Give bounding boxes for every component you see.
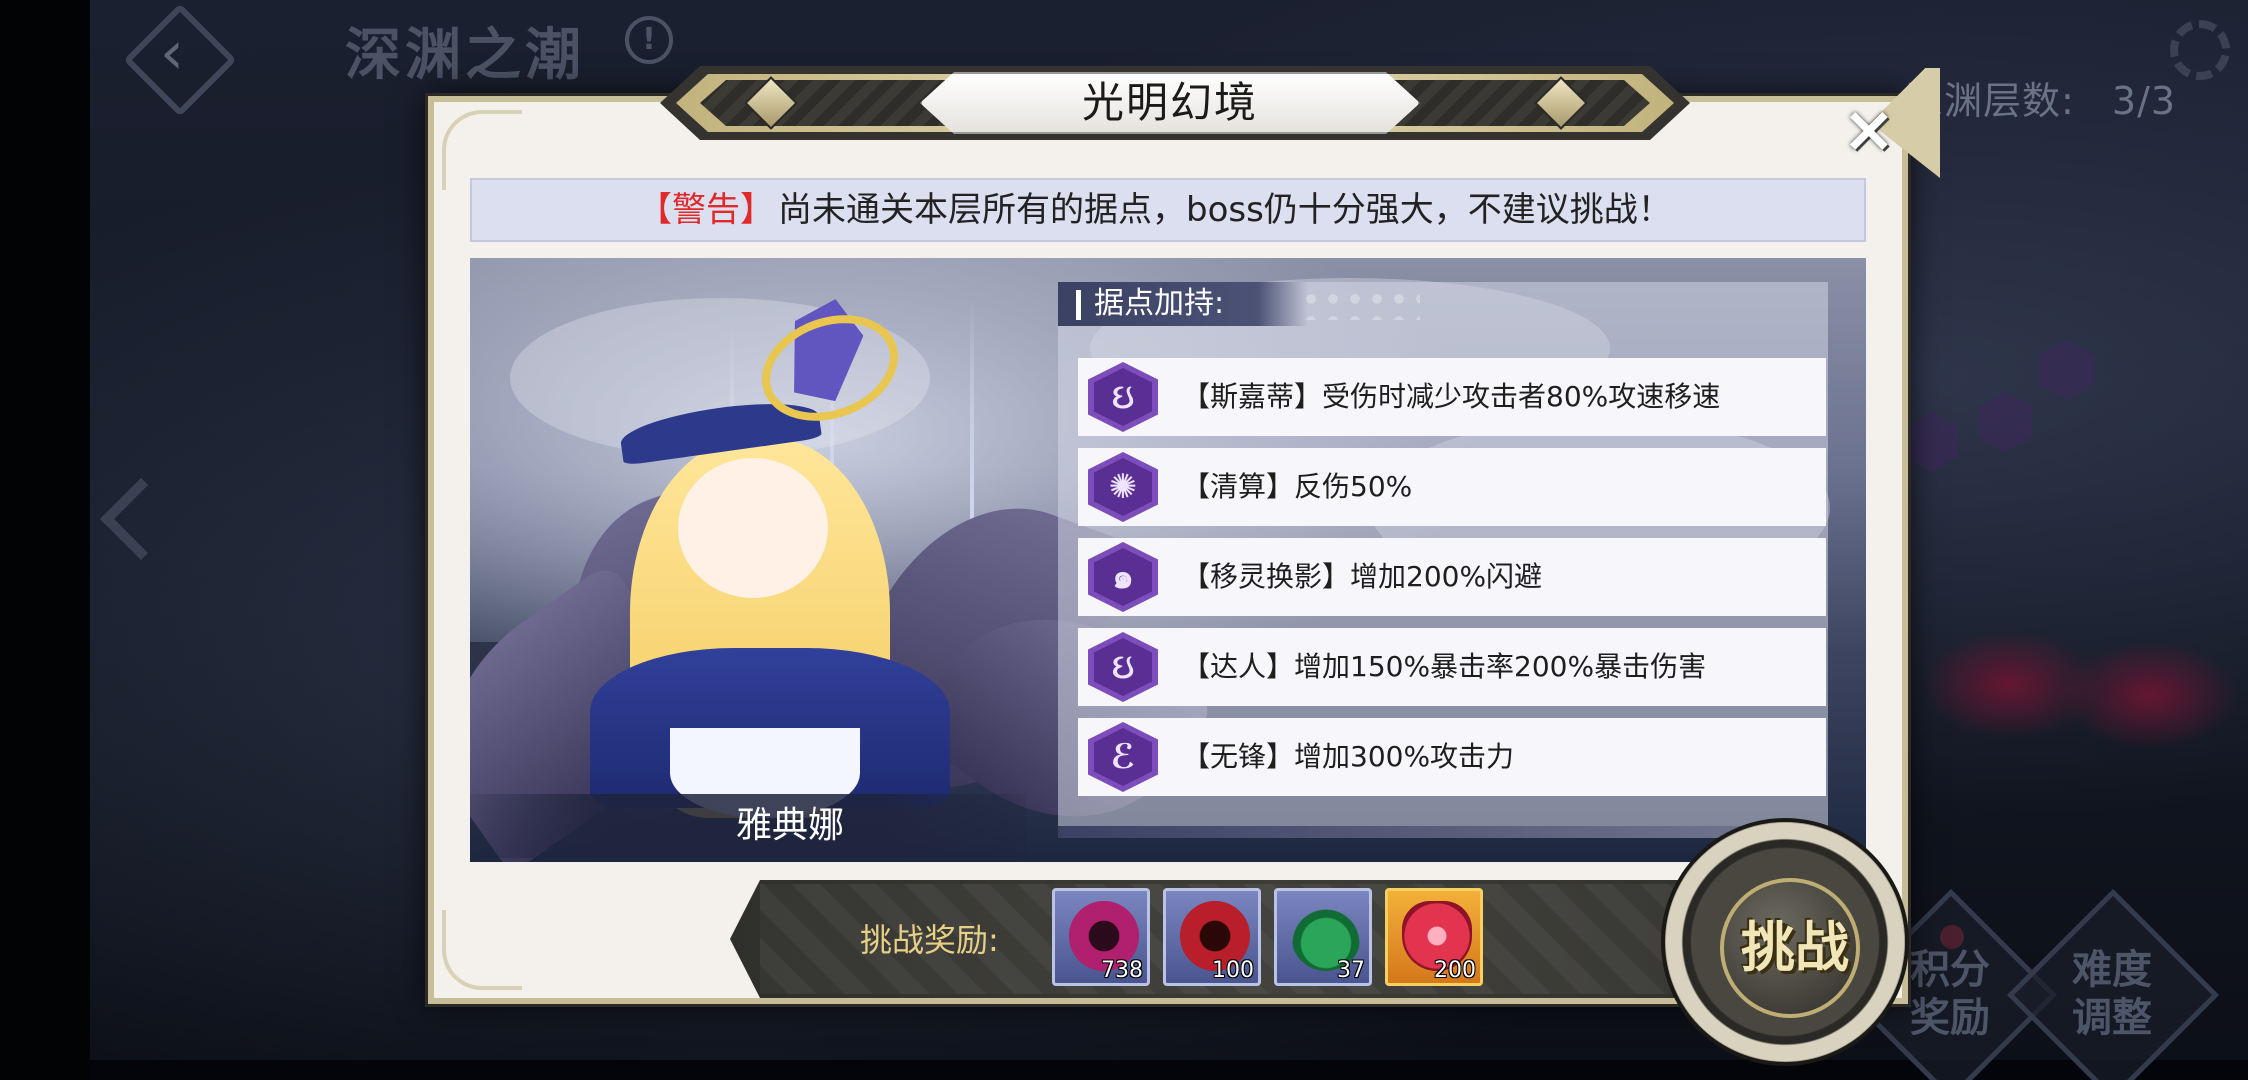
reward-item-slot[interactable]: 37 — [1274, 888, 1372, 986]
buff-row: ઇ 【斯嘉蒂】受伤时减少攻击者80%攻速移速 — [1078, 358, 1826, 436]
points-reward-button[interactable]: 积分 奖励 — [1890, 946, 2010, 1042]
buff-row: ✺ 【清算】反伤50% — [1078, 448, 1826, 526]
corner-ornament — [442, 910, 522, 990]
abyss-layer-value: 3/3 — [2111, 79, 2177, 123]
reward-count: 738 — [1101, 958, 1143, 983]
buff-row: ๑ 【移灵换影】增加200%闪避 — [1078, 538, 1826, 616]
reward-item-slot[interactable]: 738 — [1052, 888, 1150, 986]
settings-gear-icon[interactable] — [2170, 20, 2230, 80]
buff-text: 【斯嘉蒂】受伤时减少攻击者80%攻速移速 — [1182, 380, 1721, 413]
buff-text: 【移灵换影】增加200%闪避 — [1182, 560, 1543, 593]
left-edge — [0, 0, 90, 1080]
reward-count: 100 — [1212, 958, 1254, 983]
warning-tag: 【警告】 — [638, 190, 774, 230]
points-reward-line1: 积分 — [1910, 947, 1990, 993]
face — [678, 458, 828, 598]
challenge-button[interactable]: 挑战 — [1730, 908, 1860, 988]
reward-label: 挑战奖励: — [860, 921, 999, 959]
reward-item-slot[interactable]: 200 — [1385, 888, 1483, 986]
warning-banner: 【警告】 尚未通关本层所有的据点，boss仍十分强大，不建议挑战！ — [470, 178, 1866, 242]
boss-name: 雅典娜 — [735, 805, 844, 846]
reward-count: 37 — [1337, 958, 1365, 983]
swirl-icon: ઇ — [1112, 647, 1134, 687]
reward-count: 200 — [1434, 958, 1476, 983]
buff-row: ℰ 【无锋】增加300%攻击力 — [1078, 718, 1826, 796]
buff-list-overflow-header — [1058, 826, 1828, 838]
buff-text: 【清算】反伤50% — [1182, 470, 1413, 503]
reward-item-slot[interactable]: 100 — [1163, 888, 1261, 986]
screen-title: 深渊之潮 — [345, 23, 585, 88]
burst-icon: ✺ — [1108, 467, 1138, 507]
spiral-icon: ๑ — [1112, 557, 1134, 597]
header-pattern — [1300, 288, 1420, 320]
buff-text: 【达人】增加150%暴击率200%暴击伤害 — [1182, 650, 1707, 683]
buff-header-marker — [1076, 290, 1081, 320]
buff-row: ઇ 【达人】增加150%暴击率200%暴击伤害 — [1078, 628, 1826, 706]
curl-icon: ℰ — [1110, 737, 1136, 777]
points-reward-line2: 奖励 — [1910, 995, 1990, 1041]
difficulty-line2: 调整 — [2072, 995, 2152, 1041]
warning-text: 尚未通关本层所有的据点，boss仍十分强大，不建议挑战！ — [778, 190, 1672, 230]
close-icon[interactable]: × — [1842, 98, 1896, 162]
dialog-title: 光明幻境 — [1081, 78, 1258, 127]
swirl-icon: ઇ — [1112, 377, 1134, 417]
buff-header: 据点加持: — [1094, 286, 1225, 321]
back-arrow-icon[interactable]: ‹ — [160, 18, 184, 88]
difficulty-button[interactable]: 难度 调整 — [2052, 946, 2172, 1042]
enemy-silhouette — [2060, 640, 2240, 750]
abyss-layer-counter: 深渊层数: 3/3 — [1905, 70, 2176, 125]
info-icon[interactable]: ! — [625, 16, 673, 64]
buff-text: 【无锋】增加300%攻击力 — [1182, 740, 1515, 773]
difficulty-line1: 难度 — [2072, 947, 2152, 993]
